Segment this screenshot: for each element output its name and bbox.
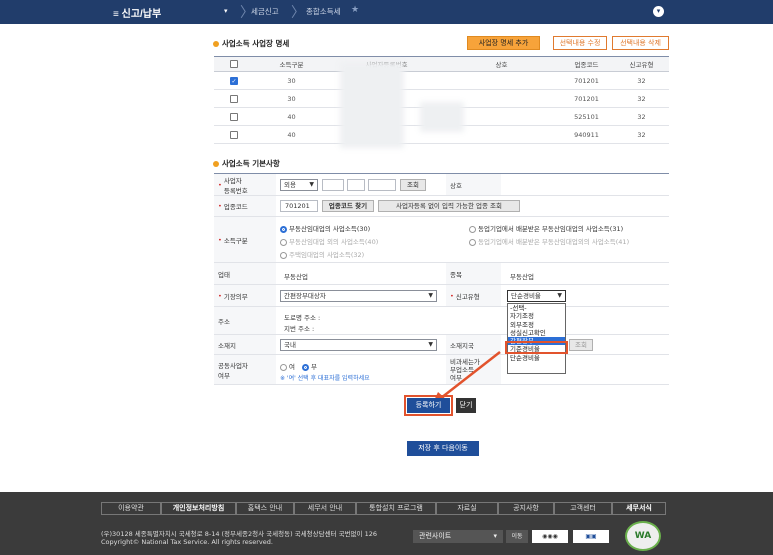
related-site-select[interactable]: 관련사이트 ▾ <box>413 530 503 543</box>
save-next-button[interactable]: 저장 후 다음이동 <box>407 441 479 456</box>
footer-link[interactable]: 개인정보처리방침 <box>161 502 236 515</box>
web-accessibility-logo-icon: WA <box>625 521 661 551</box>
footer-address: (우)30128 세종특별자치시 국세청로 8-14 (정부세종2청사 국세청동… <box>101 530 377 546</box>
go-button[interactable]: 이동 <box>506 530 528 543</box>
annotation-arrow-icon <box>432 351 501 405</box>
highlight-box <box>404 395 453 416</box>
footer-link[interactable]: 통합설치 프로그램 <box>356 502 436 515</box>
footer-link[interactable]: 자료실 <box>436 502 498 515</box>
remote-support-icon[interactable]: ▣▣ <box>573 530 609 543</box>
footer-link[interactable]: 세무서식 <box>612 502 666 515</box>
chevron-down-icon: ▾ <box>493 532 497 540</box>
footer-link[interactable]: 세무서 안내 <box>294 502 356 515</box>
footer-link[interactable]: 공지사항 <box>498 502 554 515</box>
footer-link[interactable]: 이용약관 <box>101 502 161 515</box>
accessibility-mark-icon: ◉◉◉ <box>532 530 568 543</box>
footer-link[interactable]: 홈택스 안내 <box>236 502 294 515</box>
close-button[interactable]: 닫기 <box>456 398 476 413</box>
footer-link[interactable]: 고객센터 <box>554 502 612 515</box>
